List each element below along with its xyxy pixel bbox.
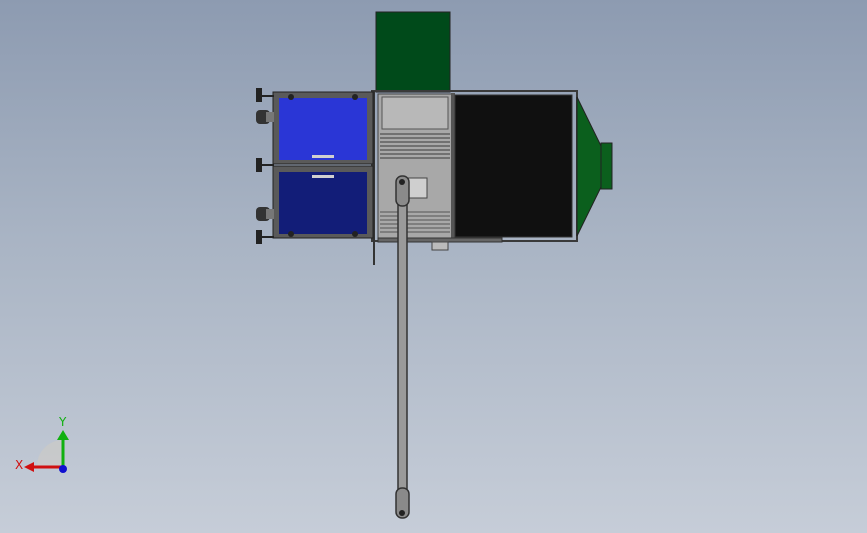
filter-louvers-upper bbox=[380, 133, 450, 159]
handle-arm[interactable] bbox=[397, 179, 408, 517]
axis-x-label: X bbox=[15, 458, 23, 472]
bolt bbox=[288, 231, 294, 237]
bottom-rail bbox=[377, 237, 503, 243]
lower-panel-handle bbox=[312, 175, 334, 178]
leveling-foot bbox=[256, 158, 274, 172]
upper-blue-panel[interactable] bbox=[279, 98, 367, 160]
outlet-flange[interactable] bbox=[600, 142, 613, 190]
grip-pin bbox=[399, 510, 405, 516]
top-green-hood[interactable] bbox=[375, 11, 451, 93]
coordinate-triad-icon: Y X bbox=[15, 415, 69, 473]
control-box[interactable] bbox=[406, 177, 428, 199]
outlet-cone[interactable] bbox=[576, 96, 604, 237]
bolt bbox=[352, 231, 358, 237]
leveling-foot bbox=[256, 88, 274, 102]
axis-y-label: Y bbox=[58, 415, 67, 429]
caster-wheel bbox=[256, 207, 274, 221]
upper-panel-handle bbox=[312, 155, 334, 158]
bolt bbox=[288, 94, 294, 100]
leveling-foot bbox=[256, 230, 274, 244]
cad-model-drawing[interactable]: Y X bbox=[0, 0, 867, 533]
pivot-pin bbox=[399, 179, 405, 185]
section-divider bbox=[451, 93, 455, 239]
dark-chamber[interactable] bbox=[454, 94, 573, 238]
lower-blue-panel[interactable] bbox=[279, 172, 367, 234]
caster-wheel bbox=[256, 110, 274, 124]
filter-top-block bbox=[381, 96, 449, 130]
bolt bbox=[352, 94, 358, 100]
cad-viewport[interactable]: Y X bbox=[0, 0, 867, 533]
bottom-bracket bbox=[431, 241, 449, 251]
